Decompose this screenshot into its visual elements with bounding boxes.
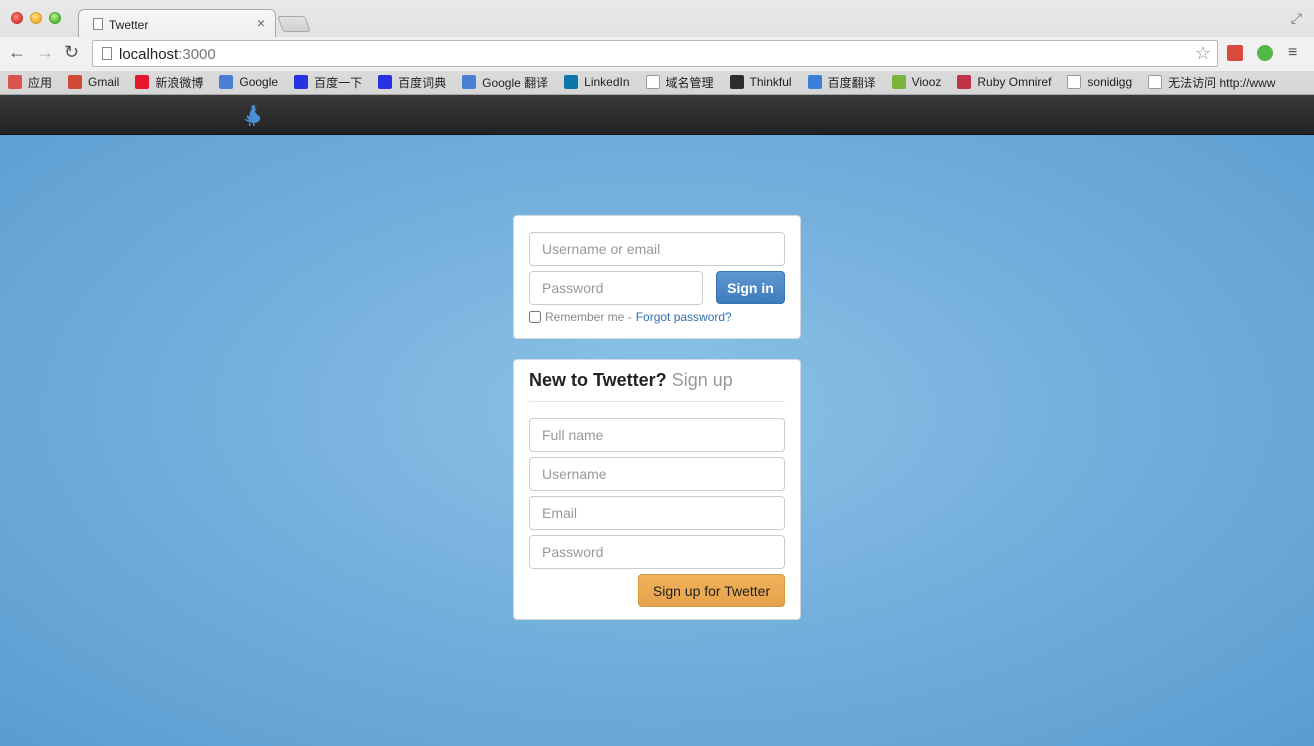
sign-up-button[interactable]: Sign up for Twetter: [638, 574, 785, 607]
signup-heading: New to Twetter? Sign up: [529, 370, 733, 391]
remember-me-row: Remember me - Forgot password?: [529, 310, 732, 324]
bookmark-label: Viooz: [911, 75, 942, 89]
tab-title: Twetter: [109, 18, 149, 32]
bookmark-item[interactable]: Gmail: [68, 75, 119, 89]
google-translate-icon: [462, 75, 477, 89]
page-icon: [1148, 75, 1163, 89]
bookmark-item[interactable]: sonidigg: [1067, 75, 1132, 89]
bookmark-label: 域名管理: [665, 75, 714, 90]
bookmarks-bar: 应用 Gmail 新浪微博 Google 百度一下 百度词典 Google 翻译 Linked…: [0, 71, 1314, 93]
bookmark-item[interactable]: LinkedIn: [564, 75, 630, 89]
email-input[interactable]: [529, 496, 785, 530]
remember-me-checkbox[interactable]: [529, 311, 541, 323]
minimize-window-button[interactable]: [30, 12, 42, 24]
sign-in-button[interactable]: Sign in: [716, 271, 785, 304]
full-name-input[interactable]: [529, 418, 785, 452]
close-window-button[interactable]: [11, 12, 23, 24]
browser-toolbar: ← → ↻ localhost:3000 ☆ ≡: [0, 37, 1314, 71]
bookmark-star-icon[interactable]: ☆: [1195, 43, 1211, 64]
gmail-icon: [68, 75, 83, 89]
bookmark-label: LinkedIn: [584, 75, 630, 89]
bookmark-item[interactable]: 百度一下: [294, 74, 362, 91]
bookmark-item[interactable]: 应用: [8, 74, 52, 91]
url-port: :3000: [178, 46, 216, 63]
baidu-translate-icon: [807, 75, 822, 89]
forgot-password-link[interactable]: Forgot password?: [636, 310, 732, 324]
fullscreen-icon[interactable]: ⤢: [1291, 10, 1302, 27]
signup-title: New to Twetter?: [529, 370, 667, 390]
site-navbar: [0, 95, 1314, 135]
reload-icon[interactable]: ↻: [64, 42, 79, 63]
page-icon: [93, 18, 103, 30]
evernote-extension-icon[interactable]: [1257, 45, 1273, 61]
url-host: localhost: [119, 46, 179, 63]
bookmark-item[interactable]: 百度翻译: [807, 74, 876, 91]
bookmark-item[interactable]: Google 翻译: [462, 74, 548, 91]
username-or-email-input[interactable]: [529, 232, 785, 266]
bookmark-label: Ruby Omniref: [977, 75, 1052, 89]
bookmark-item[interactable]: Thinkful: [729, 75, 792, 89]
linkedin-icon: [564, 75, 579, 89]
tab-close-icon[interactable]: ×: [257, 15, 265, 31]
signup-card: New to Twetter? Sign up Sign up for Twet…: [513, 359, 801, 620]
signup-password-input[interactable]: [529, 535, 785, 569]
divider: [529, 401, 785, 402]
window-controls: [11, 12, 61, 24]
bookmark-item[interactable]: 百度词典: [378, 74, 446, 91]
url-text[interactable]: localhost:3000: [119, 46, 216, 63]
signup-username-input[interactable]: [529, 457, 785, 491]
bookmark-item[interactable]: Google: [219, 75, 278, 89]
bookmark-item[interactable]: Ruby Omniref: [957, 75, 1051, 89]
bookmark-label: 应用: [28, 75, 53, 90]
browser-chrome: Twetter × ⤢ ← → ↻ localhost:3000 ☆ ≡ 应用 G…: [0, 0, 1314, 95]
bookmark-item[interactable]: Viooz: [891, 75, 942, 89]
page-background: Sign in Remember me - Forgot password? N…: [0, 135, 1314, 746]
bookmark-label: sonidigg: [1087, 75, 1133, 89]
page-icon: [645, 75, 660, 89]
google-icon: [219, 75, 234, 89]
forward-arrow-icon[interactable]: →: [36, 42, 54, 63]
signup-subtitle: Sign up: [671, 370, 733, 390]
page-icon: [1067, 75, 1082, 89]
bird-logo-icon[interactable]: [240, 103, 264, 127]
bookmark-label: 无法访问 http://www: [1168, 75, 1276, 90]
login-card: Sign in Remember me - Forgot password?: [513, 215, 801, 339]
bookmark-label: 百度词典: [398, 75, 447, 90]
ruby-icon: [957, 75, 972, 89]
viooz-icon: [891, 75, 906, 89]
extension-icon[interactable]: [1227, 45, 1243, 61]
bookmark-label: 百度翻译: [827, 75, 876, 90]
baidu-icon: [378, 75, 393, 89]
remember-me-label: Remember me -: [545, 310, 632, 324]
bookmark-label: 新浪微博: [155, 75, 204, 90]
bookmark-label: 百度一下: [314, 75, 363, 90]
new-tab-button[interactable]: [277, 16, 311, 32]
thinkful-icon: [729, 75, 744, 89]
apps-icon: [8, 75, 22, 89]
page-icon: [102, 47, 112, 60]
baidu-icon: [294, 75, 309, 89]
login-password-input[interactable]: [529, 271, 703, 305]
menu-icon[interactable]: ≡: [1288, 44, 1297, 62]
address-bar[interactable]: localhost:3000 ☆: [92, 40, 1218, 67]
weibo-icon: [135, 75, 150, 89]
bookmark-label: Gmail: [88, 75, 120, 89]
bookmark-item[interactable]: 新浪微博: [135, 74, 203, 91]
bookmark-label: Google 翻译: [482, 75, 549, 90]
back-arrow-icon[interactable]: ←: [8, 42, 26, 63]
bookmark-item[interactable]: 无法访问 http://www: [1148, 74, 1275, 91]
maximize-window-button[interactable]: [49, 12, 61, 24]
bookmark-label: Google: [239, 75, 279, 89]
bookmark-label: Thinkful: [749, 75, 792, 89]
bookmark-item[interactable]: 域名管理: [645, 74, 714, 91]
browser-tab[interactable]: Twetter ×: [78, 9, 276, 37]
